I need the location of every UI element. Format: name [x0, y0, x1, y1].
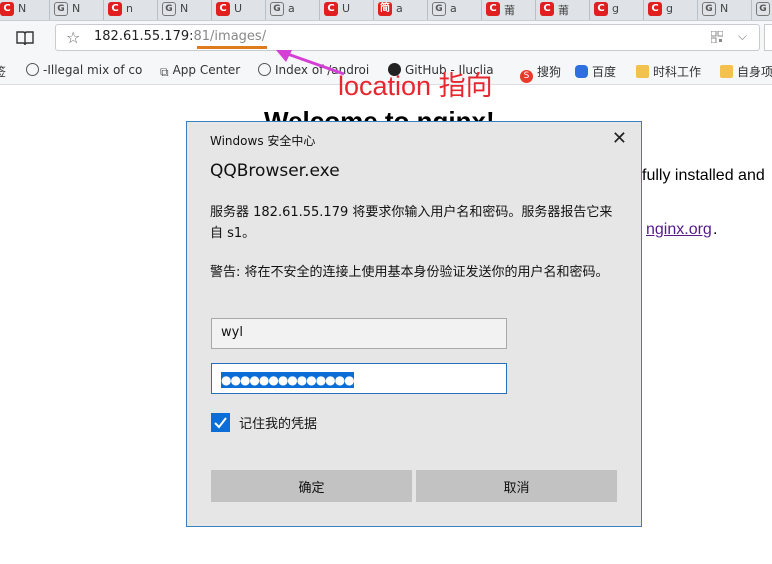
bookmark-item[interactable]: S 搜狗: [520, 63, 562, 83]
csdn-icon: C: [486, 2, 500, 16]
bookmark-item[interactable]: 百度: [575, 63, 616, 80]
qr-code-icon[interactable]: [711, 31, 723, 43]
tab-label: 莆: [504, 4, 515, 17]
page-text-period: .: [713, 221, 718, 238]
credentials-dialog: Windows 安全中心 ✕ QQBrowser.exe 服务器 182.61.…: [186, 121, 642, 527]
url-host: 182.61.55.179:: [94, 29, 194, 44]
browser-tab[interactable]: Cg: [644, 0, 698, 20]
address-bar[interactable]: ☆ 182.61.55.179:81/images/ ⌵: [55, 24, 760, 51]
csdn-icon: 简: [378, 2, 392, 16]
url-port: 81: [193, 29, 211, 44]
sidebar-toggle-button[interactable]: [764, 24, 772, 51]
site-icon: G: [54, 2, 68, 16]
checkmark-icon: [214, 417, 227, 429]
tab-label: a: [450, 2, 457, 15]
dialog-app-name: QQBrowser.exe: [210, 161, 340, 181]
tab-label: a: [288, 2, 295, 15]
close-icon[interactable]: ✕: [612, 128, 627, 149]
browser-tab[interactable]: Ga: [428, 0, 482, 20]
csdn-icon: C: [216, 2, 230, 16]
password-mask: ●●●●●●●●●●●●●●: [221, 372, 355, 388]
browser-tab[interactable]: GN: [158, 0, 212, 20]
bookmark-star-icon[interactable]: ☆: [66, 28, 80, 47]
bookmark-item[interactable]: -Illegal mix of co: [26, 63, 142, 80]
browser-tab[interactable]: Cn: [104, 0, 158, 20]
tab-label: U: [342, 2, 351, 15]
username-field[interactable]: wyl: [211, 318, 507, 349]
browser-tab[interactable]: CN: [0, 0, 50, 20]
dialog-warning: 警告: 将在不安全的连接上使用基本身份验证发送你的用户名和密码。: [210, 265, 609, 280]
browser-tab[interactable]: CU: [212, 0, 266, 20]
csdn-icon: C: [0, 2, 14, 16]
password-field[interactable]: ●●●●●●●●●●●●●●: [211, 363, 507, 394]
browser-tab[interactable]: GN: [698, 0, 752, 20]
tab-label: a: [396, 2, 403, 15]
browser-tab[interactable]: GN: [752, 0, 772, 20]
site-icon: G: [432, 2, 446, 16]
site-icon: G: [756, 2, 770, 16]
dialog-message: 服务器 182.61.55.179 将要求你输入用户名和密码。服务器报告它来自 …: [210, 205, 613, 241]
tab-label: n: [126, 2, 133, 15]
tab-label: N: [72, 2, 81, 15]
baidu-icon: [575, 65, 588, 78]
browser-tab[interactable]: 简a: [374, 0, 428, 20]
csdn-icon: C: [108, 2, 122, 16]
annotation-text: location 指向: [338, 71, 493, 101]
bookmark-label: 百度: [592, 65, 617, 79]
bookmark-item[interactable]: 时科工作: [636, 63, 701, 80]
browser-tab[interactable]: C莆: [536, 0, 590, 20]
browser-toolbar: ☆ 182.61.55.179:81/images/ ⌵: [0, 21, 772, 59]
reader-mode-icon[interactable]: [16, 30, 34, 46]
puzzle-icon: ⧉: [160, 65, 169, 79]
site-icon: G: [162, 2, 176, 16]
browser-tab[interactable]: Ga: [266, 0, 320, 20]
tab-label: U: [234, 2, 243, 15]
site-icon: G: [270, 2, 284, 16]
browser-tab[interactable]: GN: [50, 0, 104, 20]
tab-label: 莆: [558, 4, 569, 17]
site-icon: G: [702, 2, 716, 16]
remember-label: 记住我的凭据: [239, 417, 318, 432]
cancel-button[interactable]: 取消: [416, 470, 617, 502]
url-path-underline: [197, 46, 267, 49]
bookmark-label: 搜狗: [537, 65, 562, 79]
page-text: fully installed and: [642, 167, 765, 184]
chevron-down-icon[interactable]: ⌵: [738, 29, 747, 44]
url-text[interactable]: 182.61.55.179:81/images/: [94, 29, 266, 44]
browser-tab[interactable]: Cg: [590, 0, 644, 20]
bookmark-label: -Illegal mix of co: [43, 63, 143, 77]
remember-checkbox[interactable]: [211, 413, 230, 432]
bookmark-label: 签: [0, 65, 6, 79]
csdn-icon: C: [648, 2, 662, 16]
bookmark-item[interactable]: ⧉ App Center: [160, 63, 240, 80]
tab-label: N: [18, 2, 27, 15]
url-path: /images/: [210, 29, 267, 44]
csdn-icon: C: [594, 2, 608, 16]
globe-icon: [26, 63, 39, 76]
ok-button[interactable]: 确定: [211, 470, 412, 502]
bookmark-label: 自身项: [737, 65, 772, 79]
bookmark-item[interactable]: 签: [0, 63, 6, 80]
tab-label: N: [180, 2, 189, 15]
browser-tab[interactable]: CU: [320, 0, 374, 20]
bookmark-item[interactable]: 自身项: [720, 63, 772, 80]
tab-label: g: [612, 2, 619, 15]
folder-icon: [636, 65, 649, 78]
tab-strip: CNGNCnGNCUGaCU简aGaC莆C莆CgCgGNGN: [0, 0, 772, 21]
bookmark-label: 时科工作: [653, 65, 702, 79]
tab-label: N: [720, 2, 729, 15]
browser-tab[interactable]: C莆: [482, 0, 536, 20]
csdn-icon: C: [324, 2, 338, 16]
dialog-title: Windows 安全中心: [210, 134, 316, 148]
tab-label: g: [666, 2, 673, 15]
nginx-link[interactable]: nginx.org: [646, 221, 712, 239]
bookmark-label: App Center: [172, 63, 241, 77]
folder-icon: [720, 65, 733, 78]
csdn-icon: C: [540, 2, 554, 16]
sogou-icon: S: [520, 70, 533, 83]
